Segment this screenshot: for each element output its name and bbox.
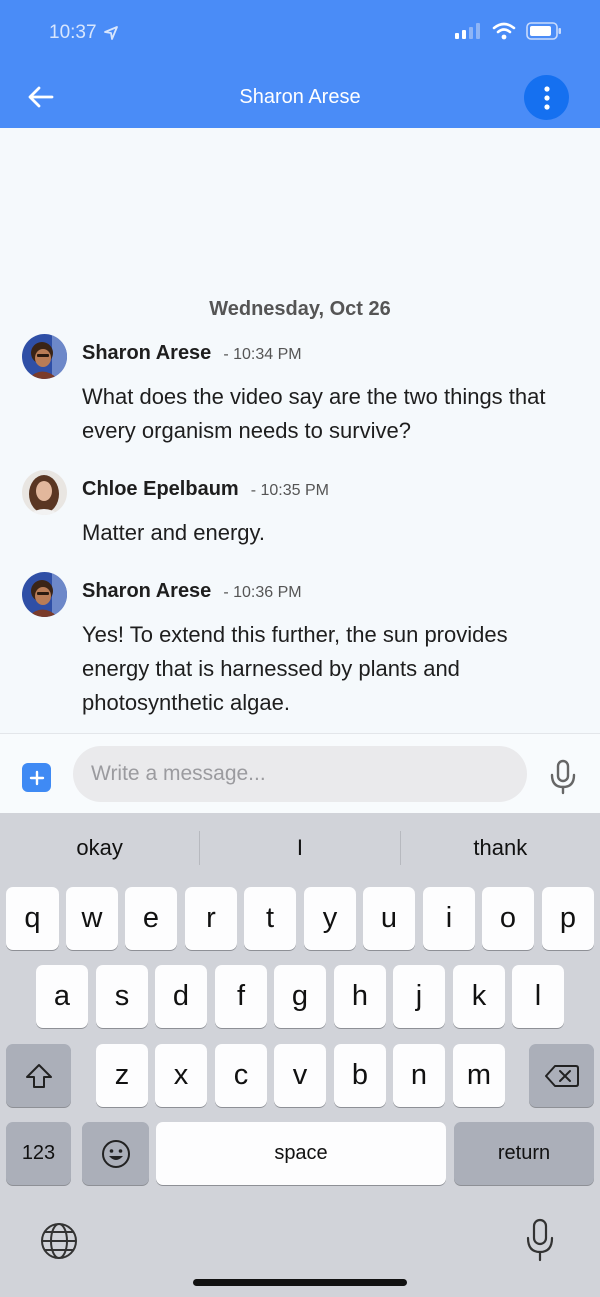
message-text: Matter and energy.	[82, 520, 266, 545]
key-o[interactable]: o	[482, 887, 534, 950]
status-bar-clock: 10:37	[49, 22, 119, 44]
message-meta: Chloe Epelbaum - 10:35 PM	[82, 478, 329, 501]
message-meta: Sharon Arese - 10:34 PM	[82, 342, 302, 365]
message-composer	[0, 733, 600, 813]
date-separator: Wednesday, Oct 26	[209, 298, 391, 320]
return-key[interactable]: return	[454, 1122, 594, 1185]
page-title: Sharon Arese	[239, 86, 361, 108]
suggestion-okay[interactable]: okay	[0, 829, 199, 867]
shift-icon	[25, 1063, 52, 1088]
avatar[interactable]	[22, 470, 67, 515]
message-meta: Sharon Arese - 10:36 PM	[82, 580, 302, 603]
sender-name: Sharon Arese	[82, 580, 212, 602]
key-t[interactable]: t	[244, 887, 296, 950]
key-n[interactable]: n	[393, 1044, 445, 1107]
microphone-icon[interactable]	[548, 759, 578, 795]
key-e[interactable]: e	[125, 887, 177, 950]
suggestion-i[interactable]: I	[200, 829, 399, 867]
message-text: What does the video say are the two thin…	[82, 384, 546, 443]
key-f[interactable]: f	[215, 965, 267, 1028]
backspace-icon	[544, 1064, 579, 1087]
numbers-key[interactable]: 123	[6, 1122, 71, 1185]
message-time: - 10:36 PM	[223, 584, 302, 601]
backspace-key[interactable]	[529, 1044, 594, 1107]
dictation-microphone-icon[interactable]	[526, 1218, 554, 1262]
key-q[interactable]: q	[6, 887, 59, 950]
more-options-button[interactable]	[524, 75, 569, 120]
key-d[interactable]: d	[155, 965, 207, 1028]
status-indicators	[454, 22, 562, 40]
avatar[interactable]	[22, 334, 67, 379]
key-i[interactable]: i	[423, 887, 475, 950]
home-indicator	[193, 1279, 407, 1286]
key-v[interactable]: v	[274, 1044, 326, 1107]
cellular-signal-icon	[455, 23, 480, 39]
wifi-icon	[492, 22, 516, 40]
key-j[interactable]: j	[393, 965, 445, 1028]
emoji-icon	[101, 1139, 130, 1168]
status-time: 10:37	[49, 22, 97, 43]
predictive-bar: okay I thank	[0, 829, 600, 867]
globe-icon[interactable]	[40, 1222, 78, 1260]
message-time: - 10:35 PM	[250, 482, 329, 499]
key-m[interactable]: m	[453, 1044, 505, 1107]
sender-name: Sharon Arese	[82, 342, 212, 364]
message-item: Chloe Epelbaum - 10:35 PM Matter and ene…	[22, 470, 582, 560]
key-p[interactable]: p	[542, 887, 594, 950]
key-l[interactable]: l	[512, 965, 564, 1028]
key-s[interactable]: s	[96, 965, 148, 1028]
key-y[interactable]: y	[304, 887, 356, 950]
message-input[interactable]	[73, 746, 527, 802]
shift-key[interactable]	[6, 1044, 71, 1107]
location-arrow-icon	[103, 26, 118, 40]
key-z[interactable]: z	[96, 1044, 148, 1107]
key-x[interactable]: x	[155, 1044, 207, 1107]
key-c[interactable]: c	[215, 1044, 267, 1107]
message-time: - 10:34 PM	[223, 346, 302, 363]
key-r[interactable]: r	[185, 887, 237, 950]
key-b[interactable]: b	[334, 1044, 386, 1107]
sender-name: Chloe Epelbaum	[82, 478, 239, 500]
plus-icon	[29, 770, 44, 785]
key-u[interactable]: u	[363, 887, 415, 950]
add-attachment-button[interactable]	[22, 763, 51, 792]
key-g[interactable]: g	[274, 965, 326, 1028]
emoji-key[interactable]	[82, 1122, 149, 1185]
suggestion-thank[interactable]: thank	[401, 829, 600, 867]
key-k[interactable]: k	[453, 965, 505, 1028]
message-text: Yes! To extend this further, the sun pro…	[82, 622, 508, 715]
space-key[interactable]: space	[156, 1122, 446, 1185]
key-a[interactable]: a	[36, 965, 88, 1028]
key-h[interactable]: h	[334, 965, 386, 1028]
more-vertical-icon	[543, 85, 550, 110]
message-item: Sharon Arese - 10:36 PM Yes! To extend t…	[22, 572, 582, 727]
battery-icon	[526, 22, 561, 40]
top-bar: 10:37 Sharon Arese	[0, 0, 600, 128]
message-item: Sharon Arese - 10:34 PM What does the vi…	[22, 334, 582, 454]
avatar[interactable]	[22, 572, 67, 617]
keyboard: okay I thank q w e r t y u i o p a s d f…	[0, 813, 600, 1297]
key-w[interactable]: w	[66, 887, 118, 950]
